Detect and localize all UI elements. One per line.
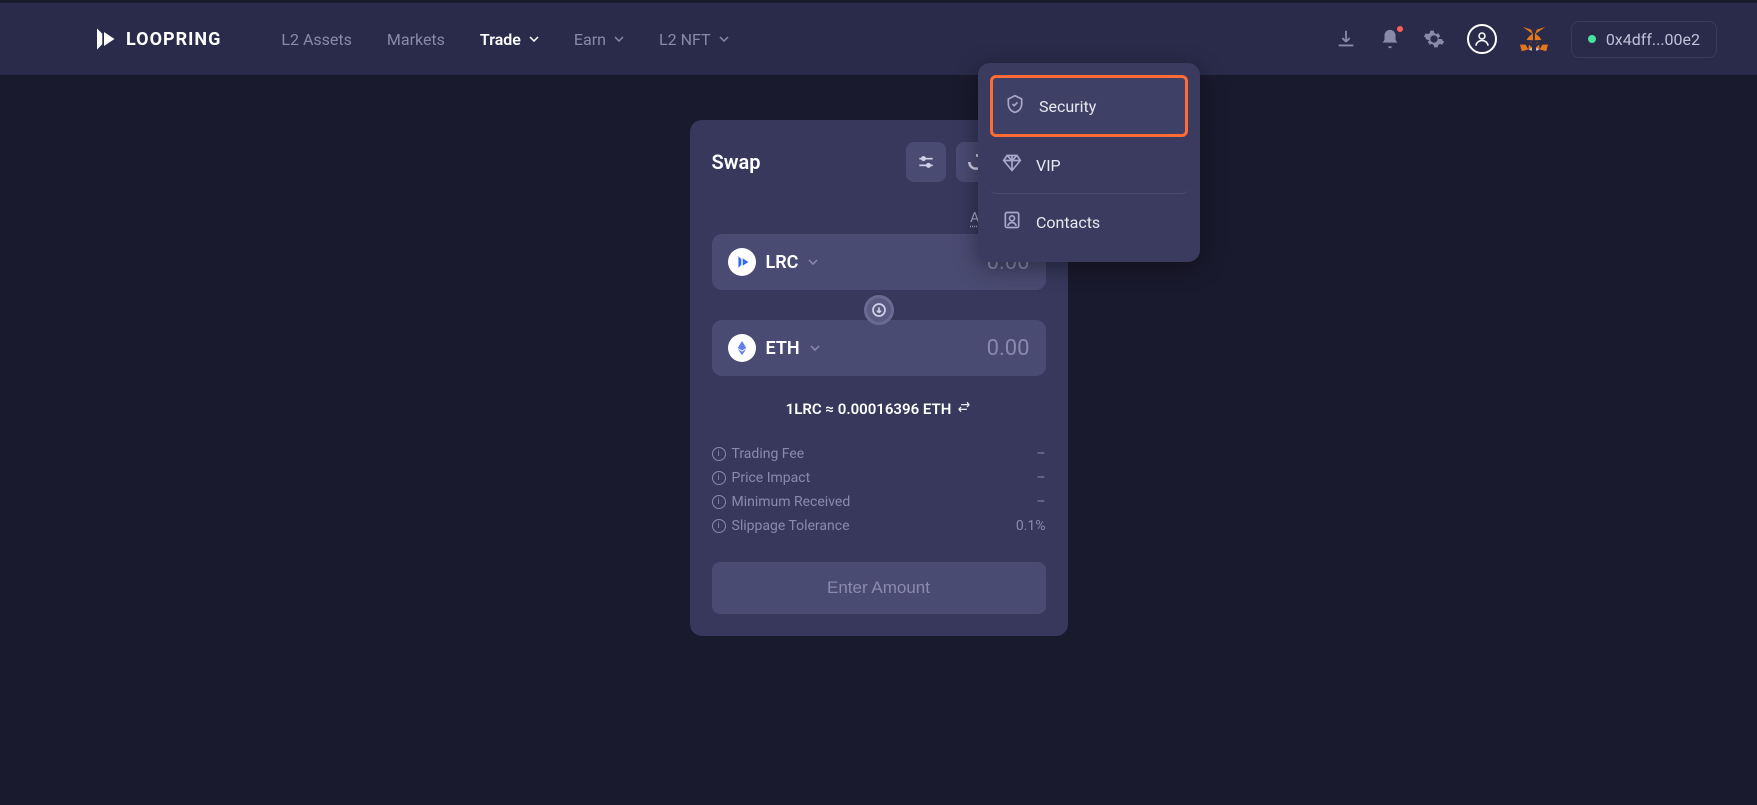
swap-title: Swap [712,150,761,174]
topbar-right-icons: 0x4dff...00e2 [1335,21,1717,58]
wallet-address: 0x4dff...00e2 [1606,30,1700,49]
dropdown-contacts-label: Contacts [1036,213,1100,232]
exchange-rate-row: 1LRC ≈ 0.00016396 ETH [712,400,1046,418]
diamond-icon [1002,153,1022,177]
dropdown-item-vip[interactable]: VIP [990,137,1188,194]
shield-icon [1005,94,1025,118]
to-token-name: ETH [766,338,800,359]
nav-trade[interactable]: Trade [480,30,539,49]
chevron-down-icon [529,36,539,42]
price-impact-row: i Price Impact – [712,466,1046,490]
to-amount-input[interactable]: 0.00 [987,336,1030,361]
to-token-box: ETH 0.00 [712,320,1046,376]
main-content: Swap Available:40 LRC [0,75,1757,636]
notification-dot-icon [1397,26,1403,32]
trading-fee-row: i Trading Fee – [712,442,1046,466]
nav-l2-assets[interactable]: L2 Assets [281,30,352,49]
wallet-address-pill[interactable]: 0x4dff...00e2 [1571,21,1717,58]
from-token-name: LRC [766,252,799,273]
min-received-row: i Minimum Received – [712,490,1046,514]
dropdown-vip-label: VIP [1036,156,1061,175]
slippage-row: i Slippage Tolerance 0.1% [712,514,1046,538]
contacts-icon [1002,210,1022,234]
fee-details: i Trading Fee – i Price Impact – i Minim… [712,442,1046,538]
info-icon[interactable]: i [712,447,726,461]
exchange-rate-text: 1LRC ≈ 0.00016396 ETH [786,400,952,418]
dropdown-item-security[interactable]: Security [990,75,1188,137]
settings-gear-icon[interactable] [1423,28,1445,50]
swap-direction-button[interactable] [864,295,894,325]
notifications-icon[interactable] [1379,28,1401,50]
nav-links: L2 Assets Markets Trade Earn L2 NFT [281,30,1304,49]
nav-earn-label: Earn [574,30,606,49]
brand-logo[interactable]: LOOPRING [90,25,221,53]
slippage-value: 0.1% [1016,518,1046,534]
swap-rate-icon[interactable] [957,400,971,418]
nav-trade-label: Trade [480,30,521,49]
eth-token-icon [728,334,756,362]
connection-status-dot-icon [1588,35,1596,43]
chevron-down-icon [808,259,818,265]
swap-direction-wrapper [712,295,1046,325]
dropdown-item-contacts[interactable]: Contacts [990,194,1188,250]
info-icon[interactable]: i [712,519,726,533]
metamask-fox-icon[interactable] [1519,24,1549,54]
lrc-token-icon [728,248,756,276]
trading-fee-value: – [1036,446,1045,462]
min-received-label: Minimum Received [732,494,851,510]
chevron-down-icon [719,36,729,42]
chevron-down-icon [614,36,624,42]
price-impact-value: – [1036,470,1045,486]
from-token-selector[interactable]: LRC [728,248,819,276]
to-token-selector[interactable]: ETH [728,334,820,362]
profile-dropdown-menu: Security VIP Contacts [978,63,1200,262]
brand-name: LOOPRING [126,29,221,50]
info-icon[interactable]: i [712,471,726,485]
slippage-label: Slippage Tolerance [732,518,850,534]
loopring-logo-icon [90,25,118,53]
swap-settings-button[interactable] [906,142,946,182]
top-navigation-bar: LOOPRING L2 Assets Markets Trade Earn L2… [0,0,1757,75]
download-icon[interactable] [1335,28,1357,50]
nav-l2-nft[interactable]: L2 NFT [659,30,729,49]
info-icon[interactable]: i [712,495,726,509]
min-received-value: – [1036,494,1045,510]
price-impact-label: Price Impact [732,470,811,486]
trading-fee-label: Trading Fee [732,446,805,462]
enter-amount-button[interactable]: Enter Amount [712,562,1046,614]
nav-earn[interactable]: Earn [574,30,624,49]
nav-markets[interactable]: Markets [387,30,445,49]
nav-l2nft-label: L2 NFT [659,30,711,49]
dropdown-security-label: Security [1039,97,1096,116]
chevron-down-icon [810,345,820,351]
profile-icon[interactable] [1467,24,1497,54]
